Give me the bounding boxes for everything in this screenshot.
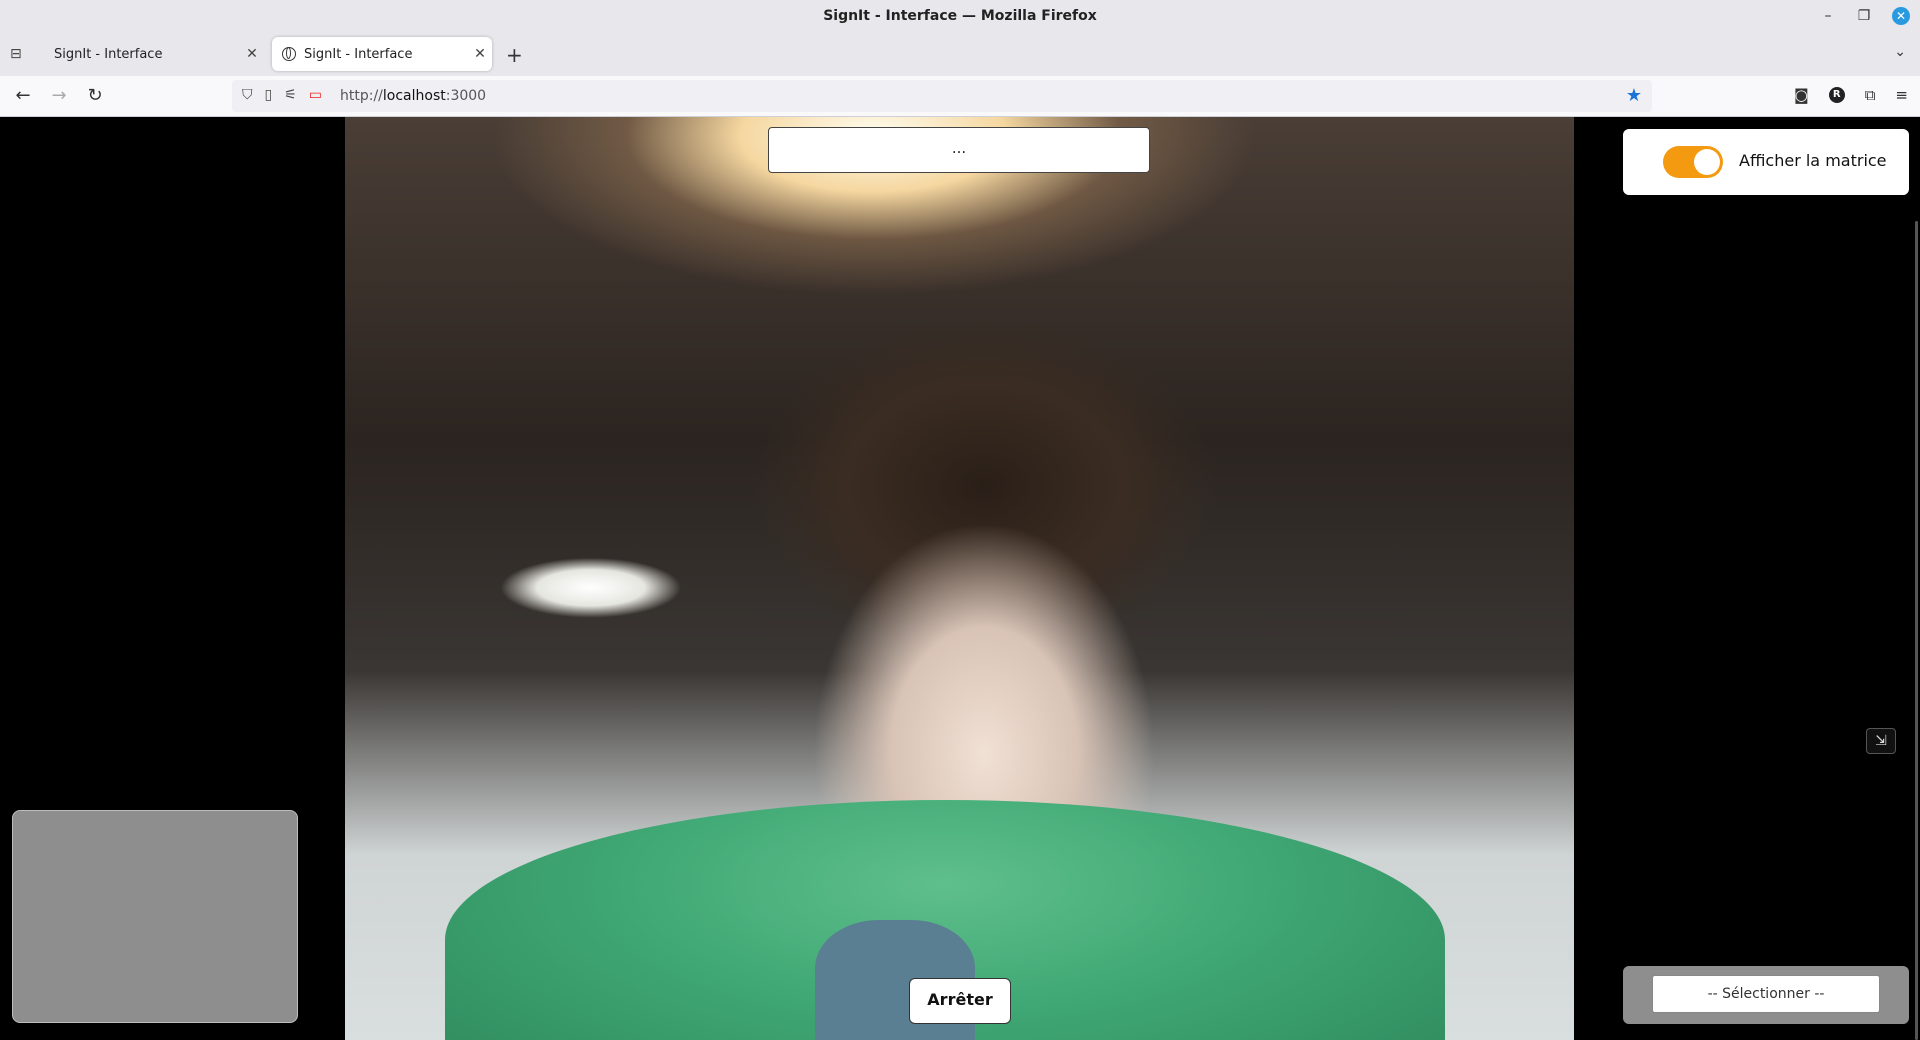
page-icon[interactable]: ▯ <box>265 87 273 103</box>
preview-panel <box>12 810 298 1023</box>
app-page: ... Arrêter Afficher la matrice ⇲ -- Sél… <box>0 117 1920 1040</box>
navigation-bar: ← → ↻ ⛉ ▯ ⚟ ▭ http://localhost:3000 ★ ◙ … <box>0 76 1920 117</box>
window-title: SignIt - Interface — Mozilla Firefox <box>823 8 1097 24</box>
matrix-toggle-card: Afficher la matrice <box>1623 129 1909 195</box>
tab-signit-1[interactable]: SignIt - Interface ✕ <box>42 37 264 71</box>
url-text[interactable]: http://localhost:3000 <box>340 88 486 104</box>
toolbar-right: ◙ R ⧉ ≡ <box>1794 86 1908 104</box>
chevron-down-icon[interactable]: ⌄ <box>1894 44 1906 60</box>
permissions-icon[interactable]: ⚟ <box>284 87 297 103</box>
page-scrollbar[interactable] <box>1915 221 1918 1040</box>
tab-close-icon[interactable]: ✕ <box>468 46 492 62</box>
tab-label: SignIt - Interface <box>54 46 163 62</box>
translation-result-box: ... <box>768 127 1150 173</box>
firefox-view-icon[interactable]: ⊟ <box>10 46 28 62</box>
bookmark-star-icon[interactable]: ★ <box>1626 85 1642 106</box>
menu-icon[interactable]: ≡ <box>1895 86 1908 104</box>
minimize-icon[interactable]: – <box>1820 8 1836 24</box>
picture-in-picture-icon[interactable]: ⇲ <box>1866 728 1896 754</box>
pocket-icon[interactable]: ◙ <box>1794 86 1809 104</box>
toggle-knob <box>1694 149 1720 175</box>
extensions-icon[interactable]: ⧉ <box>1865 86 1876 104</box>
webcam-video-feed <box>345 117 1574 1040</box>
forward-arrow-icon[interactable]: → <box>48 85 70 106</box>
window-controls: – ❐ ✕ <box>1820 7 1910 25</box>
stop-button[interactable]: Arrêter <box>909 978 1011 1024</box>
url-host: localhost <box>382 88 446 104</box>
shield-icon[interactable]: ⛉ <box>242 87 253 103</box>
matrix-toggle-switch[interactable] <box>1663 146 1723 178</box>
globe-icon <box>282 47 296 61</box>
close-window-icon[interactable]: ✕ <box>1892 7 1910 25</box>
camera-icon[interactable]: ▭ <box>309 87 322 103</box>
tab-strip: ⊟ SignIt - Interface ✕ SignIt - Interfac… <box>0 33 1920 76</box>
back-arrow-icon[interactable]: ← <box>12 85 34 106</box>
tab-signit-2[interactable]: SignIt - Interface ✕ <box>272 37 492 71</box>
tab-label: SignIt - Interface <box>304 46 413 62</box>
sign-select-dropdown[interactable]: -- Sélectionner -- <box>1652 975 1880 1013</box>
url-bar[interactable]: ⛉ ▯ ⚟ ▭ http://localhost:3000 ★ <box>232 80 1652 112</box>
account-avatar[interactable]: R <box>1828 87 1845 103</box>
restore-icon[interactable]: ❐ <box>1856 8 1872 24</box>
reload-icon[interactable]: ↻ <box>84 85 106 106</box>
tab-close-icon[interactable]: ✕ <box>240 46 264 62</box>
url-port: :3000 <box>445 88 487 104</box>
url-icons: ⛉ ▯ ⚟ ▭ <box>242 87 322 103</box>
url-prefix: http:// <box>340 88 383 104</box>
select-card: -- Sélectionner -- <box>1623 966 1909 1024</box>
new-tab-icon[interactable]: + <box>506 43 523 67</box>
window-titlebar: SignIt - Interface — Mozilla Firefox – ❐… <box>0 0 1920 33</box>
matrix-toggle-label: Afficher la matrice <box>1739 151 1887 170</box>
